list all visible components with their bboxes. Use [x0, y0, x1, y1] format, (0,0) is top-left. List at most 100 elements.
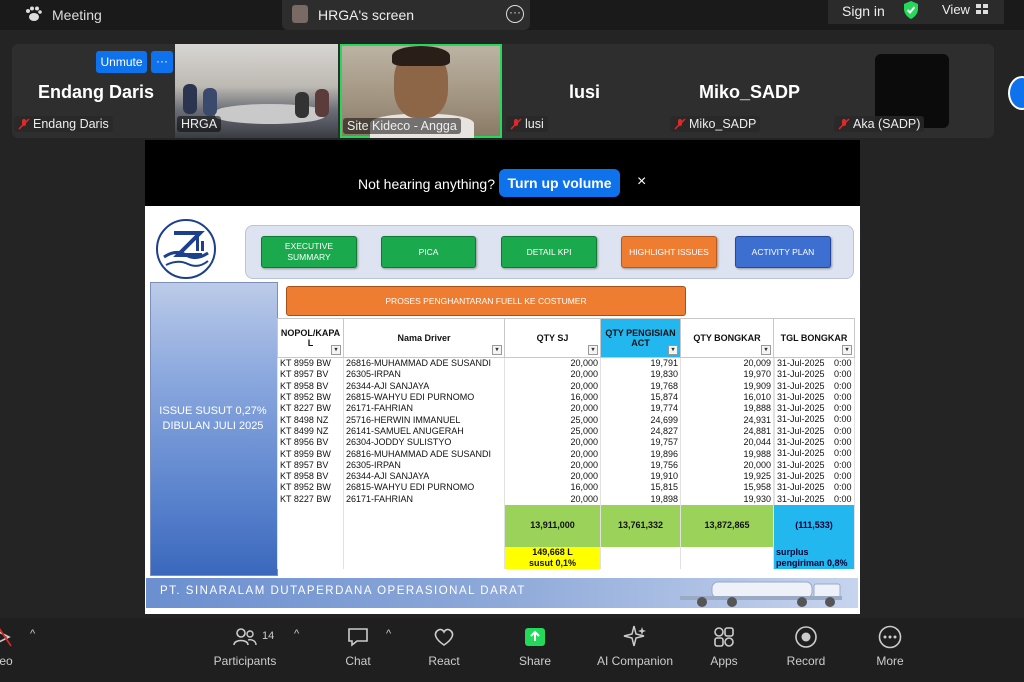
cell-date: 31-Jul-2025: [777, 358, 825, 368]
cell-driver: 26816-MUHAMMAD ADE SUSANDI: [343, 357, 505, 370]
issue-text: ISSUE SUSUT 0,27% DIBULAN JULI 2025: [152, 404, 274, 434]
view-button[interactable]: View: [942, 2, 970, 17]
cell-qty-bongkar: 19,925: [680, 470, 774, 483]
note-line: 149,668 L: [532, 546, 573, 557]
unmute-button[interactable]: Unmute: [96, 51, 147, 73]
video-tile-hrga[interactable]: HRGA: [175, 44, 338, 138]
table-body: KT 8959 BW 26816-MUHAMMAD ADE SUSANDI 20,0…: [277, 357, 855, 505]
cell-date: 31-Jul-2025: [777, 403, 825, 414]
turn-up-volume-button[interactable]: Turn up volume: [499, 169, 620, 197]
filter-dropdown-icon[interactable]: ▾: [668, 345, 678, 355]
fuel-delivery-table: NOPOL/KAPA L ▾ Nama Driver ▾ QTY SJ ▾ QTY PE…: [277, 318, 855, 569]
activity-plan-button[interactable]: ACTIVITY PLAN: [735, 236, 831, 268]
more-button[interactable]: More: [866, 624, 914, 668]
filter-dropdown-icon[interactable]: ▾: [842, 345, 852, 355]
video-toggle[interactable]: eo: [0, 624, 16, 668]
cell-qty-pengisian: 19,756: [600, 459, 681, 471]
cell-qty-sj: 20,000: [504, 437, 601, 449]
mic-muted-icon: [510, 118, 522, 130]
mic-muted-icon: [674, 118, 686, 130]
cell-nopol: KT 8227 BW: [277, 403, 344, 415]
cell-qty-bongkar: 19,909: [680, 380, 774, 392]
header-label: Nama Driver: [397, 333, 451, 343]
cell-qty-bongkar: 19,988: [680, 448, 774, 460]
cell-qty-bongkar: 20,000: [680, 459, 774, 471]
filter-dropdown-icon[interactable]: ▾: [761, 345, 771, 355]
video-options-chevron-icon[interactable]: ^: [30, 628, 35, 640]
table-row: KT 8958 BV 26344-AJI SANJAYA 20,000 19,768 1…: [277, 380, 855, 392]
sign-in-button[interactable]: Sign in: [842, 3, 885, 19]
cell-date: 31-Jul-2025: [777, 459, 825, 470]
participant-tag-label: Aka (SADP): [853, 117, 921, 131]
table-row: KT 8956 BV 26304-JODDY SULISTYO 20,000 19,7…: [277, 437, 855, 449]
total-difference: (111,533): [773, 504, 855, 547]
cell-tgl-bongkar: 31-Jul-2025 0:00: [774, 380, 855, 392]
cell-driver: 26305-IRPAN: [343, 459, 505, 471]
filter-dropdown-icon[interactable]: ▾: [588, 345, 598, 355]
header-label: ACT: [631, 338, 650, 348]
next-page-arrow-icon[interactable]: [1008, 76, 1024, 110]
video-off-icon: [0, 628, 12, 647]
participant-more-button[interactable]: ···: [151, 51, 173, 73]
filter-dropdown-icon[interactable]: ▾: [331, 345, 341, 355]
cell-time: 0:00: [833, 425, 852, 436]
cell-nopol: KT 8499 NZ: [277, 425, 344, 438]
grid-view-icon[interactable]: [976, 4, 988, 14]
video-tile-angga[interactable]: Site Kideco - Angga: [340, 44, 502, 138]
table-row: KT 8952 BW 26815-WAHYU EDI PURNOMO 16,000 1…: [277, 482, 855, 494]
pica-button[interactable]: PICA: [381, 236, 476, 268]
cell-nopol: KT 8958 BV: [277, 380, 344, 392]
cell-nopol: KT 8227 BW: [277, 493, 344, 505]
cell-time: 0:00: [833, 482, 852, 493]
issue-line: ISSUE SUSUT 0,27%: [159, 405, 267, 417]
highlight-issues-button[interactable]: HIGHLIGHT ISSUES: [621, 236, 717, 268]
cell-tgl-bongkar: 31-Jul-2025 0:00: [774, 448, 855, 460]
shield-check-icon[interactable]: [902, 0, 920, 20]
chat-options-chevron-icon[interactable]: ^: [386, 628, 391, 640]
record-button[interactable]: Record: [778, 624, 834, 668]
table-row: KT 8227 BW 26171-FAHRIAN 20,000 19,898 19,93…: [277, 493, 855, 505]
cell-driver: 26815-WAHYU EDI PURNOMO: [343, 482, 505, 494]
react-button[interactable]: React: [420, 624, 468, 668]
participant-name-miko: Miko_SADP: [699, 82, 801, 102]
cell-qty-bongkar: 16,010: [680, 391, 774, 404]
detail-kpi-button[interactable]: DETAIL KPI: [501, 236, 597, 268]
cell-qty-pengisian: 19,830: [600, 369, 681, 381]
cell-tgl-bongkar: 31-Jul-2025 0:00: [774, 403, 855, 415]
filter-dropdown-icon[interactable]: ▾: [492, 345, 502, 355]
executive-summary-button[interactable]: EXECUTIVE SUMMARY: [261, 236, 357, 268]
cell-qty-bongkar: 15,958: [680, 482, 774, 494]
table-row: KT 8957 BV 26305-IRPAN 20,000 19,756 20,000 3…: [277, 459, 855, 471]
table-row: KT 8958 BV 26344-AJI SANJAYA 20,000 19,910 1…: [277, 470, 855, 483]
header-label: QTY PENGISIAN: [605, 328, 676, 338]
cell-qty-bongkar: 19,970: [680, 369, 774, 381]
cell-qty-sj: 20,000: [504, 459, 601, 471]
cell-qty-pengisian: 19,757: [600, 437, 681, 449]
chat-button[interactable]: Chat: [334, 624, 382, 668]
table-row: KT 8959 BW 26816-MUHAMMAD ADE SUSANDI 20,0…: [277, 448, 855, 460]
cell-qty-sj: 20,000: [504, 493, 601, 505]
cell-nopol: KT 8498 NZ: [277, 414, 344, 426]
toolbar-label: AI Companion: [596, 654, 674, 668]
note-cell-empty: [277, 546, 344, 569]
share-button[interactable]: Share: [511, 624, 559, 668]
note-cell-empty: [343, 546, 505, 569]
ai-companion-button[interactable]: AI Companion: [590, 624, 680, 668]
more-options-icon[interactable]: ···: [506, 5, 524, 23]
cell-date: 31-Jul-2025: [777, 437, 825, 448]
apps-button[interactable]: Apps: [700, 624, 748, 668]
cell-qty-bongkar: 24,881: [680, 425, 774, 438]
close-banner-icon[interactable]: ×: [637, 173, 646, 191]
participants-options-chevron-icon[interactable]: ^: [294, 628, 299, 640]
cell-driver: 26816-MUHAMMAD ADE SUSANDI: [343, 448, 505, 460]
cell-driver: 26344-AJI SANJAYA: [343, 470, 505, 483]
meeting-label[interactable]: Meeting: [52, 7, 102, 23]
table-row: KT 8498 NZ 25716-HERWIN IMMANUEL 25,000 24,…: [277, 414, 855, 426]
toolbar-label: React: [428, 654, 460, 668]
mic-muted-icon: [838, 118, 850, 130]
table-row: KT 8959 BW 26816-MUHAMMAD ADE SUSANDI 20,0…: [277, 357, 855, 370]
meeting-paw-icon: [26, 6, 42, 21]
header-label: QTY BONGKAR: [693, 333, 761, 343]
note-cell-empty: [680, 546, 774, 569]
toolbar-label: Chat: [345, 654, 371, 668]
